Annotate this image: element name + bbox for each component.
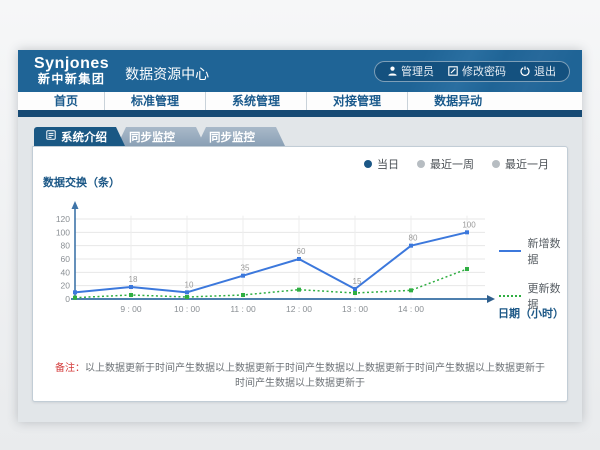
svg-text:11 : 00: 11 : 00 (230, 304, 256, 314)
tab-system-intro[interactable]: 系统介绍 (34, 127, 125, 146)
current-user-button[interactable]: 管理员 (388, 63, 434, 79)
svg-text:20: 20 (61, 281, 71, 291)
y-axis-title: 数据交换（条） (43, 174, 120, 190)
nav-item-home[interactable]: 首页 (28, 92, 104, 110)
svg-text:80: 80 (409, 234, 418, 243)
main-nav: 首页 标准管理 系统管理 对接管理 数据异动 (18, 92, 582, 110)
tab-bar: 系统介绍 同步监控 同步监控 (34, 127, 568, 146)
radio-dot (417, 160, 425, 168)
svg-text:80: 80 (61, 241, 71, 251)
svg-text:13 : 00: 13 : 00 (342, 304, 368, 314)
nav-item-data-change[interactable]: 数据异动 (407, 92, 508, 110)
svg-text:10 : 00: 10 : 00 (174, 304, 200, 314)
svg-text:14 : 00: 14 : 00 (398, 304, 424, 314)
radio-label: 当日 (377, 156, 399, 172)
brand-logo[interactable]: Synjones 新中新集团 (34, 56, 109, 85)
chart-panel: 当日 最近一周 最近一月 数据交换（条） 0 20 40 60 80 100 120 9 : … (32, 146, 568, 402)
footnote: 备注：以上数据更新于时间产生数据以上数据更新于时间产生数据以上数据更新于时间产生… (33, 359, 567, 389)
svg-text:18: 18 (129, 275, 138, 284)
logout-label: 退出 (534, 63, 556, 79)
svg-text:15: 15 (353, 277, 362, 286)
page-title: 数据资源中心 (125, 58, 209, 84)
tab-label: 系统介绍 (61, 129, 107, 145)
app-header: Synjones 新中新集团 数据资源中心 管理员 修改密码 退出 (18, 50, 582, 92)
svg-text:120: 120 (56, 214, 70, 224)
user-icon (388, 66, 397, 76)
tab-label: 同步监控 (209, 129, 255, 145)
tab-label: 同步监控 (129, 129, 175, 145)
chart-legend: 新增数据 更新数据 (499, 235, 567, 312)
legend-label: 新增数据 (528, 235, 567, 267)
logout-button[interactable]: 退出 (520, 63, 556, 79)
tab-sync-monitor-2[interactable]: 同步监控 (197, 127, 285, 146)
legend-item-updated-data: 更新数据 (499, 280, 567, 312)
legend-label: 更新数据 (528, 280, 567, 312)
nav-item-system-mgmt[interactable]: 系统管理 (205, 92, 306, 110)
footnote-prefix: 备注： (55, 363, 85, 374)
legend-line-sample (499, 250, 521, 252)
radio-dot (492, 160, 500, 168)
svg-text:0: 0 (65, 294, 70, 304)
line-chart: 0 20 40 60 80 100 120 9 : 00 10 : 00 11 : 00 12 : … (45, 191, 503, 328)
radio-label: 最近一周 (430, 156, 474, 172)
radio-last-week[interactable]: 最近一周 (417, 156, 474, 172)
app-window: Synjones 新中新集团 数据资源中心 管理员 修改密码 退出 (18, 50, 582, 422)
current-user-label: 管理员 (401, 63, 434, 79)
svg-text:35: 35 (241, 264, 250, 273)
power-icon (520, 66, 530, 76)
svg-text:10: 10 (185, 280, 194, 289)
document-icon (46, 130, 56, 143)
user-toolbar: 管理员 修改密码 退出 (374, 61, 570, 82)
svg-text:40: 40 (61, 267, 71, 277)
nav-item-standard-mgmt[interactable]: 标准管理 (104, 92, 205, 110)
radio-label: 最近一月 (505, 156, 549, 172)
content-area: 系统介绍 同步监控 同步监控 当日 (18, 117, 582, 422)
svg-text:12 : 00: 12 : 00 (286, 304, 312, 314)
change-password-button[interactable]: 修改密码 (448, 63, 506, 79)
footnote-text: 以上数据更新于时间产生数据以上数据更新于时间产生数据以上数据更新于时间产生数据以… (85, 363, 545, 389)
legend-line-sample (499, 295, 521, 297)
svg-text:60: 60 (297, 247, 306, 256)
nav-underline-bar (18, 110, 582, 117)
svg-text:9 : 00: 9 : 00 (120, 304, 142, 314)
edit-icon (448, 66, 458, 76)
nav-item-interface-mgmt[interactable]: 对接管理 (306, 92, 407, 110)
change-password-label: 修改密码 (462, 63, 506, 79)
brand-logo-subtitle: 新中新集团 (34, 73, 109, 86)
brand-logo-name: Synjones (34, 56, 109, 73)
svg-text:100: 100 (56, 227, 70, 237)
radio-today[interactable]: 当日 (364, 156, 399, 172)
svg-text:60: 60 (61, 254, 71, 264)
radio-dot (364, 160, 372, 168)
time-range-filter: 当日 最近一周 最近一月 (364, 156, 549, 172)
svg-text:100: 100 (462, 220, 476, 229)
tab-sync-monitor-1[interactable]: 同步监控 (117, 127, 205, 146)
desktop-background: Synjones 新中新集团 数据资源中心 管理员 修改密码 退出 (0, 0, 600, 450)
radio-last-month[interactable]: 最近一月 (492, 156, 549, 172)
legend-item-new-data: 新增数据 (499, 235, 567, 267)
chart-canvas: 0 20 40 60 80 100 120 9 : 00 10 : 00 11 : 00 12 : … (45, 191, 503, 323)
